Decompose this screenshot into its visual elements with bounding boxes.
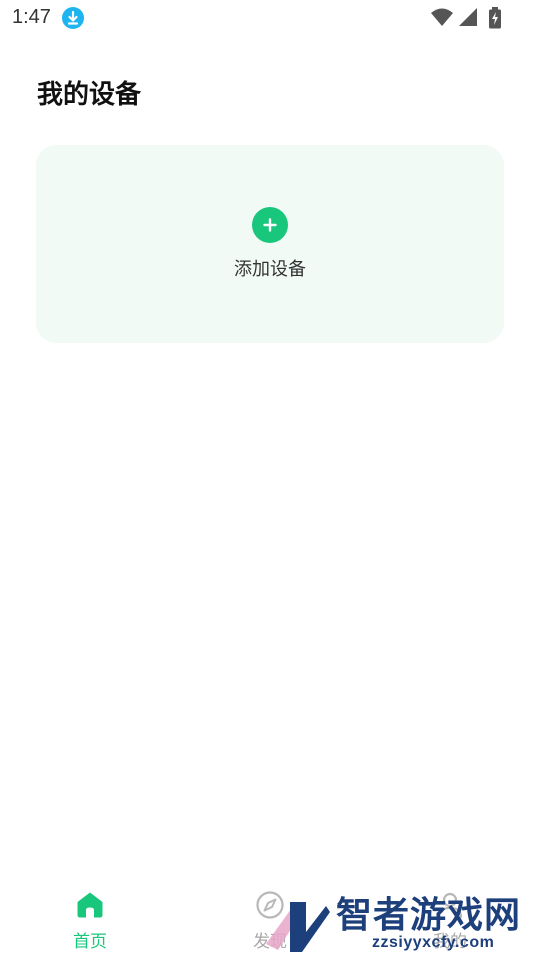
nav-item-home[interactable]: 首页 bbox=[30, 880, 150, 960]
status-time: 1:47 bbox=[12, 6, 51, 28]
download-icon bbox=[62, 7, 84, 29]
status-bar: 1:47 bbox=[0, 0, 540, 36]
page-title: 我的设备 bbox=[37, 80, 142, 110]
nav-label-discover: 发现 bbox=[253, 932, 287, 952]
signal-icon bbox=[459, 8, 477, 26]
nav-label-home: 首页 bbox=[73, 932, 107, 952]
plus-circle-icon[interactable] bbox=[252, 207, 288, 243]
add-device-label: 添加设备 bbox=[234, 259, 306, 280]
user-icon bbox=[437, 892, 463, 919]
nav-label-mine: 我的 bbox=[433, 932, 467, 952]
add-device-card[interactable]: 添加设备 bbox=[36, 145, 504, 343]
compass-icon bbox=[256, 891, 284, 919]
wifi-icon bbox=[431, 8, 453, 26]
home-icon bbox=[77, 892, 103, 918]
battery-charging-icon bbox=[489, 7, 501, 29]
nav-item-mine[interactable]: 我的 bbox=[390, 880, 510, 960]
nav-item-discover[interactable]: 发现 bbox=[210, 880, 330, 960]
bottom-nav: 首页 发现 我的 bbox=[0, 880, 540, 960]
